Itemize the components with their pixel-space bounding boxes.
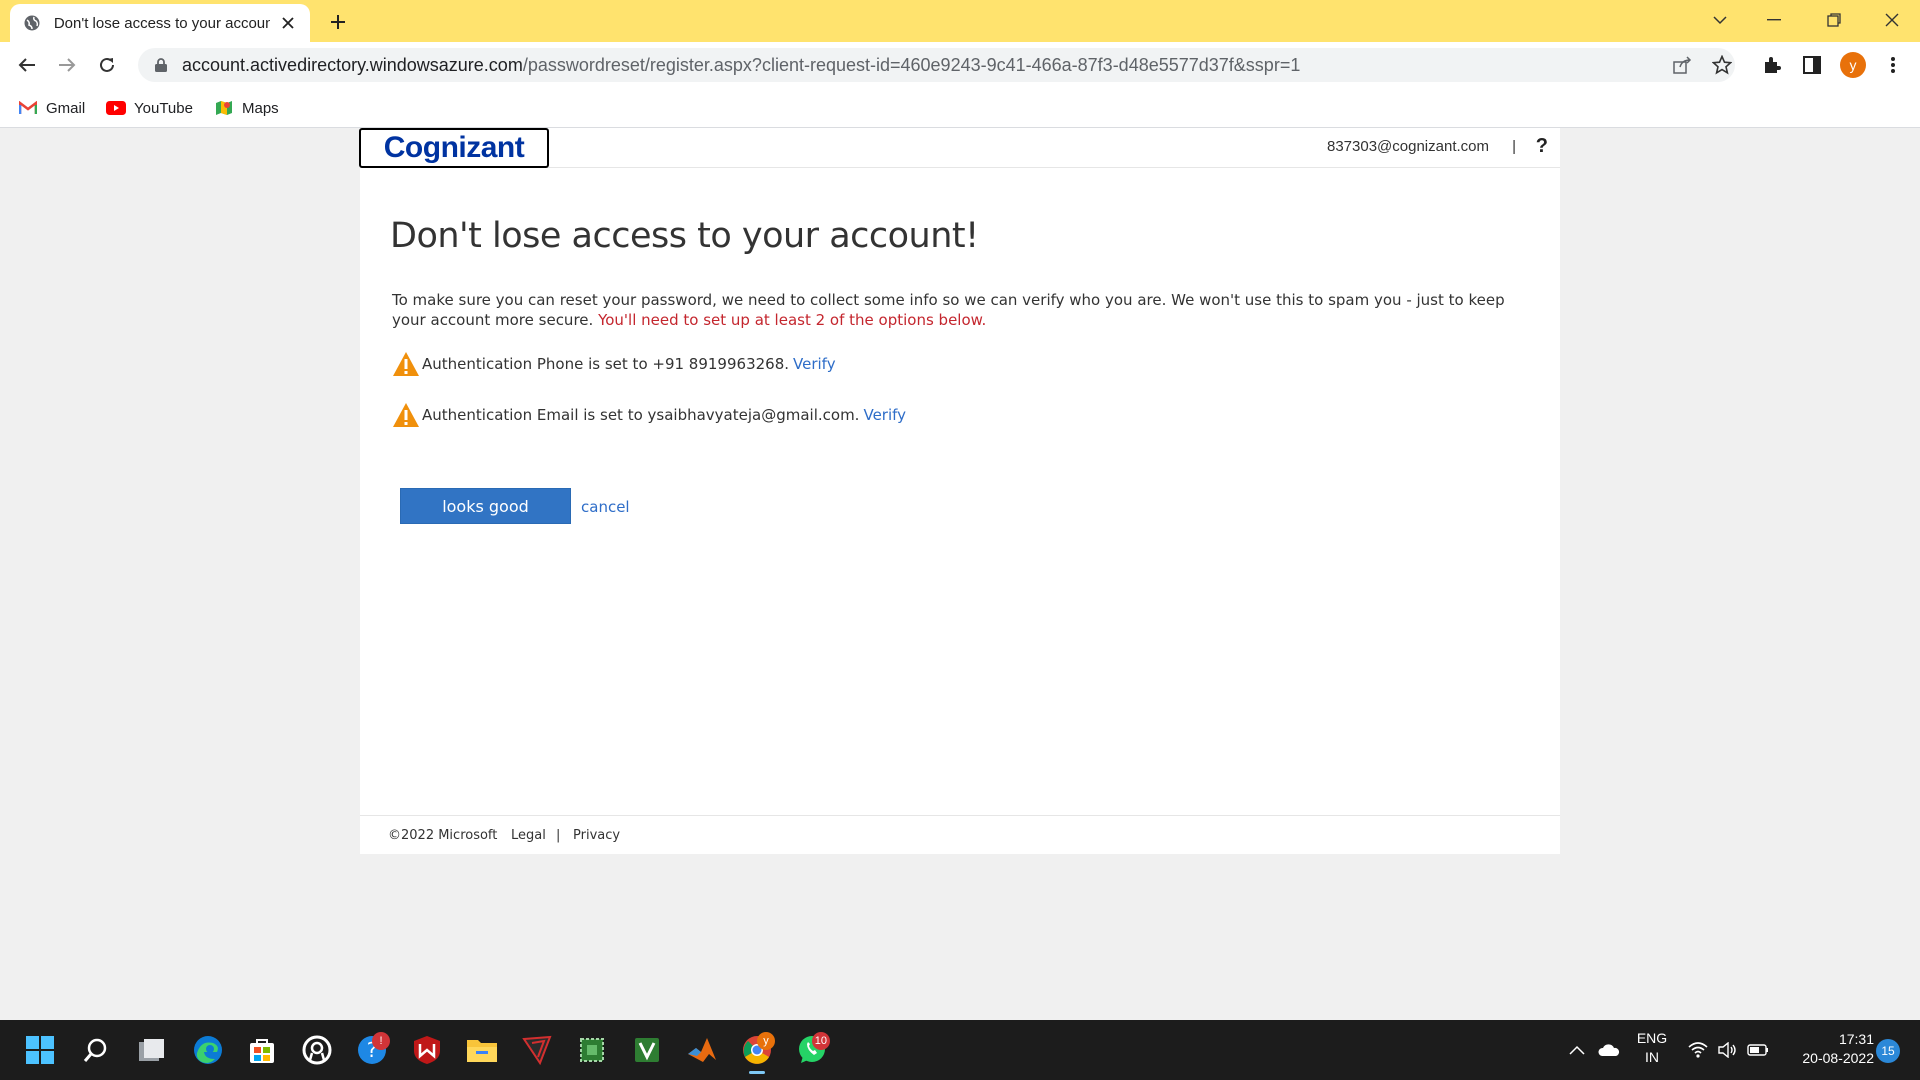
browser-toolbar: account.activedirectory.windowsazure.com… [0, 42, 1920, 88]
tab-search-icon[interactable] [1692, 0, 1748, 40]
browser-tab[interactable]: Don't lose access to your account! [10, 4, 310, 42]
whatsapp-icon[interactable]: 10 [792, 1030, 832, 1070]
reload-icon[interactable] [93, 51, 121, 79]
app-icon[interactable] [517, 1030, 557, 1070]
share-icon[interactable] [1672, 55, 1694, 75]
task-view-icon[interactable] [132, 1030, 172, 1070]
edge-icon[interactable] [188, 1030, 228, 1070]
side-panel-icon[interactable] [1799, 52, 1825, 78]
address-bar[interactable]: account.activedirectory.windowsazure.com… [138, 48, 1735, 82]
language-indicator[interactable]: ENG IN [1630, 1029, 1674, 1067]
page-footer: ©2022 Microsoft Legal | Privacy [360, 815, 1560, 854]
mcafee-icon[interactable] [407, 1030, 447, 1070]
minimize-icon[interactable] [1746, 0, 1802, 40]
cognizant-logo: Cognizant [359, 128, 549, 168]
globe-icon [22, 13, 42, 33]
bookmark-youtube[interactable]: YouTube [106, 96, 193, 120]
chrome-profile-badge: y [757, 1032, 775, 1050]
back-icon[interactable] [13, 51, 41, 79]
close-tab-icon[interactable] [278, 13, 298, 33]
auth-email-row: Authentication Email is set to ysaibhavy… [392, 402, 906, 428]
bookmark-label: Gmail [46, 99, 86, 117]
chrome-icon[interactable]: y [737, 1030, 777, 1074]
auth-phone-row: Authentication Phone is set to +91 89199… [392, 351, 836, 377]
help-icon[interactable]: ? [1536, 135, 1548, 158]
lock-icon[interactable] [152, 56, 170, 74]
bookmark-gmail[interactable]: Gmail [18, 96, 85, 120]
footer-separator: | [556, 828, 561, 843]
close-window-icon[interactable] [1864, 0, 1920, 40]
auth-phone-text: Authentication Phone is set to +91 89199… [422, 355, 790, 373]
greenshot-icon[interactable] [572, 1030, 612, 1070]
start-icon[interactable] [20, 1030, 60, 1070]
forward-icon[interactable] [53, 51, 81, 79]
clock-date: 20-08-2022 [1802, 1050, 1874, 1066]
page-title: Don't lose access to your account! [390, 216, 979, 256]
header-separator: | [1512, 138, 1516, 155]
steam-icon[interactable] [297, 1030, 337, 1070]
volume-icon[interactable] [1712, 1030, 1744, 1070]
bookmark-star-icon[interactable] [1711, 55, 1733, 75]
file-explorer-icon[interactable] [462, 1030, 502, 1070]
bookmarks-bar: Gmail YouTube Maps [0, 88, 1920, 128]
onedrive-icon[interactable] [1592, 1030, 1626, 1070]
bookmark-maps[interactable]: Maps [214, 96, 279, 120]
region-label: IN [1645, 1049, 1659, 1065]
page-header: Cognizant 837303@cognizant.com | ? [359, 128, 1560, 168]
search-icon[interactable] [76, 1030, 116, 1070]
vs-icon[interactable] [627, 1030, 667, 1070]
store-icon[interactable] [242, 1030, 282, 1070]
helper-icon[interactable]: ? ! [352, 1030, 392, 1070]
notification-badge[interactable]: 15 [1876, 1039, 1900, 1063]
clock-time: 17:31 [1838, 1031, 1874, 1047]
copyright-text: ©2022 Microsoft [388, 828, 498, 843]
kebab-menu-icon[interactable] [1880, 52, 1906, 78]
new-tab-button[interactable] [324, 8, 352, 36]
language-label: ENG [1636, 1030, 1668, 1046]
verify-phone-link[interactable]: Verify [793, 355, 836, 373]
privacy-link[interactable]: Privacy [573, 828, 620, 843]
battery-icon[interactable] [1742, 1030, 1774, 1070]
youtube-icon [106, 100, 126, 116]
bookmark-label: Maps [242, 99, 279, 117]
verify-email-link[interactable]: Verify [863, 406, 906, 424]
user-email: 837303@cognizant.com [1327, 138, 1489, 155]
matlab-icon[interactable] [682, 1030, 722, 1070]
profile-avatar[interactable]: y [1840, 52, 1866, 78]
cancel-link[interactable]: cancel [581, 498, 630, 516]
intro-warning: You'll need to set up at least 2 of the … [598, 311, 987, 329]
tab-title: Don't lose access to your account! [53, 14, 271, 32]
whatsapp-badge: 10 [811, 1032, 830, 1050]
windows-taskbar: ? ! y 10 ENG IN 17:31 20-08-2022 [0, 1020, 1920, 1080]
chevron-up-icon[interactable] [1560, 1030, 1594, 1070]
warning-icon [393, 352, 419, 376]
maps-icon [214, 100, 234, 116]
page-card: Cognizant 837303@cognizant.com | ? Don't… [359, 128, 1560, 854]
helper-badge: ! [372, 1032, 390, 1050]
url-text: account.activedirectory.windowsazure.com… [182, 54, 1301, 75]
extensions-icon[interactable] [1759, 52, 1785, 78]
wifi-icon[interactable] [1682, 1030, 1714, 1070]
restore-icon[interactable] [1806, 0, 1862, 40]
looks-good-button[interactable]: looks good [400, 488, 571, 524]
browser-titlebar: Don't lose access to your account! [0, 0, 1920, 42]
bookmark-label: YouTube [134, 99, 193, 117]
active-indicator [749, 1071, 765, 1074]
legal-link[interactable]: Legal [511, 828, 546, 843]
gmail-icon [18, 100, 38, 116]
intro-text: To make sure you can reset your password… [392, 290, 1532, 330]
auth-email-text: Authentication Email is set to ysaibhavy… [422, 406, 860, 424]
clock[interactable]: 17:31 20-08-2022 [1778, 1030, 1874, 1068]
warning-icon [393, 403, 419, 427]
